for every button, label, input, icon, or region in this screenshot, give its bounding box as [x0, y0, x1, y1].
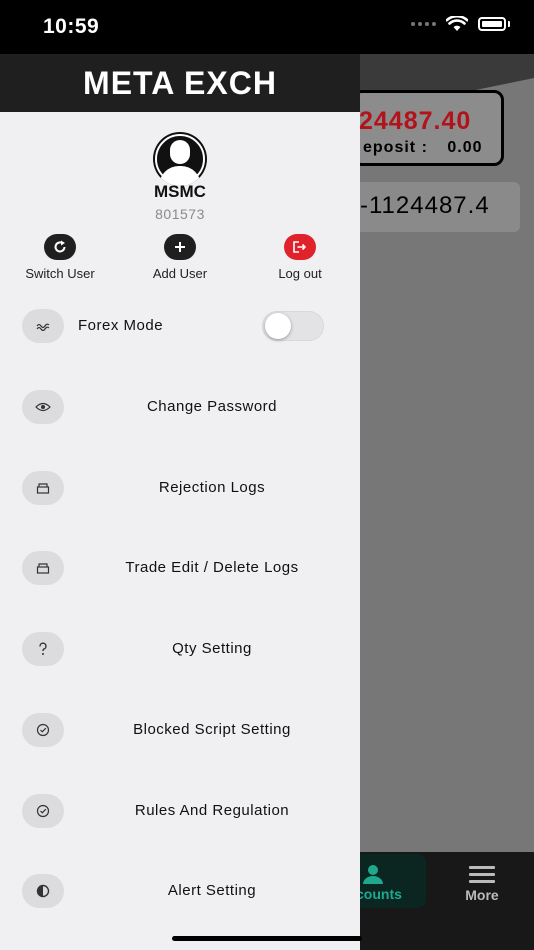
avatar-head	[170, 140, 190, 164]
signal-icon	[411, 22, 436, 26]
menu-label-blocked-script-setting: Blocked Script Setting	[133, 721, 291, 738]
menu-item-blocked-script-setting[interactable]: Blocked Script Setting	[0, 713, 360, 753]
background-app: 24487.40 eposit : 0.00 -1124487.4 counts…	[350, 54, 534, 950]
menu-label-qty-setting: Qty Setting	[172, 640, 252, 657]
log-out-button[interactable]: Log out	[250, 234, 350, 281]
user-name: MSMC	[154, 182, 206, 201]
forex-mode-toggle[interactable]	[262, 311, 324, 341]
switch-user-button[interactable]: Switch User	[10, 234, 110, 281]
home-indicator[interactable]	[172, 936, 362, 941]
menu-label-trade-edit-delete-logs: Trade Edit / Delete Logs	[125, 559, 299, 576]
balance-card: 24487.40 eposit : 0.00	[352, 90, 504, 166]
tab-accounts-label: counts	[356, 886, 402, 902]
refresh-icon	[44, 234, 76, 260]
toggle-knob	[265, 313, 291, 339]
check-circle-icon	[22, 794, 64, 828]
deposit-line: eposit : 0.00	[363, 139, 482, 157]
menu-label-rejection-logs: Rejection Logs	[158, 479, 266, 496]
menu-icon	[469, 866, 495, 883]
menu-item-trade-edit-delete-logs[interactable]: Trade Edit / Delete Logs	[0, 551, 360, 591]
menu-item-qty-setting[interactable]: Qty Setting	[0, 632, 360, 672]
menu-label-rules-and-regulation: Rules And Regulation	[134, 802, 290, 819]
menu-item-forex-mode[interactable]: Forex Mode	[0, 309, 360, 349]
status-time: 10:59	[43, 15, 100, 38]
total-box: -1124487.4	[350, 182, 520, 232]
tab-accounts[interactable]: counts	[356, 854, 426, 908]
menu-item-rules-and-regulation[interactable]: Rules And Regulation	[0, 794, 360, 834]
plus-icon	[164, 234, 196, 260]
log-out-label: Log out	[278, 266, 322, 281]
side-drawer: META EXCH MSMC 801573 Switch User Add Us…	[0, 54, 360, 950]
tray-icon	[22, 471, 64, 505]
wifi-icon	[446, 16, 468, 31]
deposit-label: eposit :	[363, 139, 428, 156]
switch-user-label: Switch User	[25, 266, 95, 281]
background-tab-bar: counts More	[356, 852, 534, 950]
battery-icon	[478, 17, 506, 31]
eye-icon	[22, 390, 64, 424]
tray-icon	[22, 551, 64, 585]
menu-item-rejection-logs[interactable]: Rejection Logs	[0, 471, 360, 511]
wave-icon	[22, 309, 64, 343]
tab-more[interactable]: More	[456, 866, 508, 903]
question-icon	[22, 632, 64, 666]
status-bar: 10:59	[0, 0, 534, 54]
check-circle-icon	[22, 713, 64, 747]
menu-label-forex-mode: Forex Mode	[78, 317, 164, 334]
contrast-icon	[22, 874, 64, 908]
drawer-title: META EXCH	[0, 54, 360, 112]
tab-more-label: More	[465, 887, 499, 903]
menu-item-change-password[interactable]: Change Password	[0, 390, 360, 430]
menu-label-change-password: Change Password	[146, 398, 278, 415]
battery-tip	[508, 21, 510, 27]
add-user-button[interactable]: Add User	[130, 234, 230, 281]
logout-icon	[284, 234, 316, 260]
menu-item-alert-setting[interactable]: Alert Setting	[0, 874, 360, 914]
balance-amount: 24487.40	[359, 107, 472, 135]
user-id: 801573	[155, 206, 205, 222]
menu-label-alert-setting: Alert Setting	[167, 882, 257, 899]
total-value: -1124487.4	[360, 192, 490, 219]
avatar[interactable]	[153, 132, 207, 186]
add-user-label: Add User	[152, 266, 208, 281]
deposit-value: 0.00	[447, 139, 483, 156]
status-icons	[411, 16, 510, 32]
